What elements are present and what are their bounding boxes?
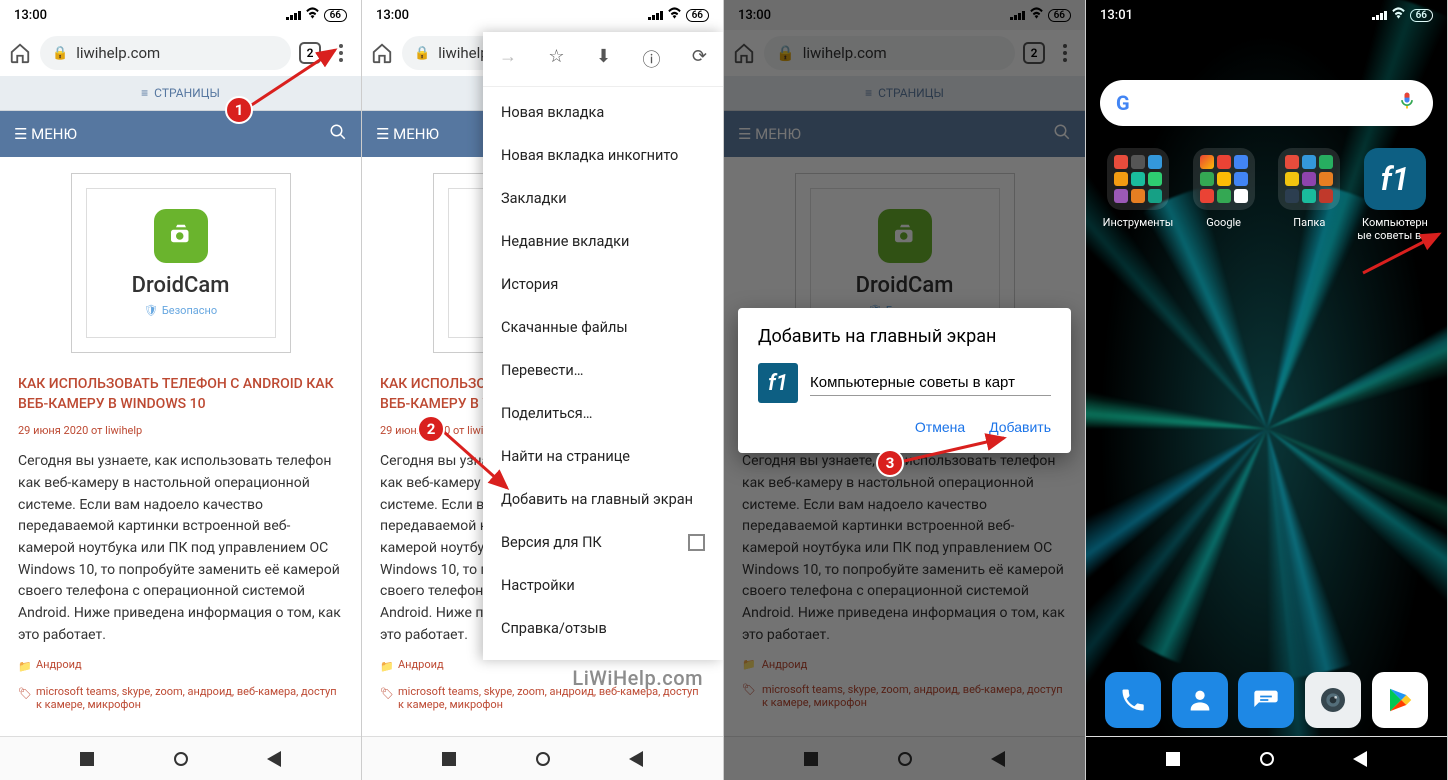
mic-icon[interactable] xyxy=(1397,91,1417,115)
shortcut-name-input[interactable] xyxy=(810,370,1051,396)
tags-row[interactable]: 🏷microsoft teams, skype, zoom, андроид, … xyxy=(18,685,343,711)
hamburger-icon: ≡ xyxy=(141,86,148,100)
google-logo-icon: G xyxy=(1116,91,1130,115)
arrow-1 xyxy=(240,40,350,115)
menu-history[interactable]: История xyxy=(483,263,723,306)
status-bar: 13:00 66 xyxy=(0,0,361,30)
menu-incognito[interactable]: Новая вкладка инкогнито xyxy=(483,134,723,177)
lock-icon: 🔒 xyxy=(52,46,68,61)
category-row[interactable]: 📁Андроид xyxy=(18,658,343,673)
status-bar: 13:00 66 xyxy=(362,0,723,30)
battery-icon: 66 xyxy=(686,9,709,22)
search-icon[interactable] xyxy=(329,123,347,145)
droidcam-icon xyxy=(154,209,208,263)
step-badge-3: 3 xyxy=(876,449,904,477)
arrow-3 xyxy=(902,426,1017,466)
battery-icon: 66 xyxy=(324,9,347,22)
folder-icon: 📁 xyxy=(18,660,30,673)
folder-google[interactable]: Google xyxy=(1186,148,1262,242)
menu-help[interactable]: Справка/отзыв xyxy=(483,607,723,650)
contacts-app-icon[interactable] xyxy=(1172,672,1228,728)
forward-icon[interactable]: → xyxy=(499,46,517,72)
article-title[interactable]: КАК ИСПОЛЬЗОВАТЬ ТЕЛЕФОН С ANDROID КАК В… xyxy=(18,375,343,414)
star-icon[interactable]: ☆ xyxy=(548,46,564,72)
menu-bookmarks[interactable]: Закладки xyxy=(483,177,723,220)
info-icon[interactable]: ⓘ xyxy=(642,46,660,72)
camera-app-icon[interactable] xyxy=(1305,672,1361,728)
chrome-menu: → ☆ ⬇ ⓘ ⟳ Новая вкладка Новая вкладка ин… xyxy=(483,32,723,660)
menu-new-tab[interactable]: Новая вкладка xyxy=(483,91,723,134)
article-body: Сегодня вы узнаете, как использовать тел… xyxy=(18,451,343,646)
dialog-title: Добавить на главный экран xyxy=(758,326,1051,347)
google-search-widget[interactable]: G xyxy=(1100,80,1433,126)
hamburger-icon: ☰ xyxy=(14,125,31,143)
playstore-app-icon[interactable] xyxy=(1372,672,1428,728)
download-icon[interactable]: ⬇ xyxy=(596,46,611,72)
shield-icon: 🛡 xyxy=(144,304,158,317)
nav-home-icon[interactable] xyxy=(174,752,188,766)
article-image: DroidCam 🛡Безопасно xyxy=(71,173,291,353)
panel-2: 13:00 66 🔒 liwihelp.com ≡СТРАНИЦЫ ☰ МЕНЮ… xyxy=(362,0,724,780)
panel-3: 13:00 66 🔒liwihelp.com 2 ≡СТРАНИЦЫ ☰ МЕН… xyxy=(724,0,1086,780)
watermark: LiWiHelp.com xyxy=(572,666,703,690)
folder-papka[interactable]: Папка xyxy=(1271,148,1347,242)
arrow-2 xyxy=(442,428,522,498)
tag-icon: 🏷 xyxy=(18,687,30,700)
nav-bar xyxy=(0,736,361,780)
nav-recent-icon[interactable] xyxy=(80,752,94,766)
menu-desktop-site[interactable]: Версия для ПК xyxy=(483,521,723,564)
phone-app-icon[interactable] xyxy=(1105,672,1161,728)
menu-downloads[interactable]: Скачанные файлы xyxy=(483,306,723,349)
dock xyxy=(1086,664,1447,736)
home-icon[interactable] xyxy=(8,41,32,65)
arrow-4 xyxy=(1361,228,1448,278)
messages-app-icon[interactable] xyxy=(1238,672,1294,728)
checkbox-icon[interactable] xyxy=(688,534,705,551)
step-badge-1: 1 xyxy=(225,96,253,124)
panel-1: 13:00 66 🔒 liwihelp.com 2 ≡ СТРАНИЦЫ ☰ М… xyxy=(0,0,362,780)
status-time: 13:00 xyxy=(14,8,47,23)
nav-back-icon[interactable] xyxy=(267,751,281,767)
wifi-icon xyxy=(667,7,682,23)
home-icon[interactable] xyxy=(370,41,394,65)
lock-icon: 🔒 xyxy=(414,46,430,61)
menu-recent-tabs[interactable]: Недавние вкладки xyxy=(483,220,723,263)
site-icon: f1 xyxy=(758,363,798,403)
panel-4: 13:01 66 G Инструменты Google Папка f1 К… xyxy=(1086,0,1448,780)
wifi-icon xyxy=(305,7,320,23)
menu-translate[interactable]: Перевести… xyxy=(483,349,723,392)
url-text: liwihelp.com xyxy=(76,44,160,62)
step-badge-2: 2 xyxy=(417,415,445,443)
menu-settings[interactable]: Настройки xyxy=(483,564,723,607)
nav-bar xyxy=(362,736,723,780)
site-menu-bar[interactable]: ☰ МЕНЮ xyxy=(0,111,361,157)
f1-icon: f1 xyxy=(1364,148,1426,210)
article-meta: 29 июня 2020 от liwihelp xyxy=(18,424,343,437)
signal-icon xyxy=(286,11,301,20)
signal-icon xyxy=(648,11,663,20)
folder-instruments[interactable]: Инструменты xyxy=(1100,148,1176,242)
reload-icon[interactable]: ⟳ xyxy=(692,46,707,72)
